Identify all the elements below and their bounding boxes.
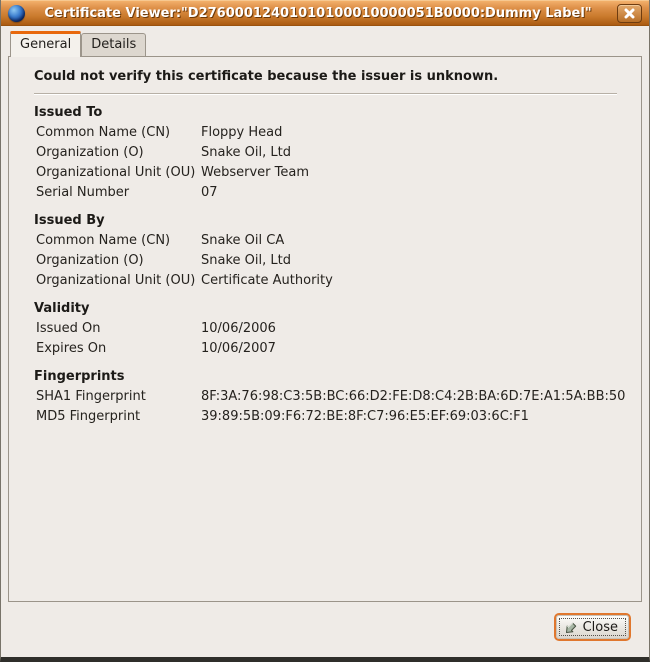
table-row: Organizational Unit (OU) Certificate Aut… [36,271,641,291]
table-row: Organization (O) Snake Oil, Ltd [36,251,641,271]
field-value: Webserver Team [201,163,309,183]
field-value: 39:89:5B:09:F6:72:BE:8F:C7:96:E5:EF:69:0… [201,407,529,427]
tab-general[interactable]: General [10,31,81,57]
fingerprints-section: Fingerprints SHA1 Fingerprint 8F:3A:76:9… [9,366,641,427]
close-button[interactable]: Close [554,613,631,641]
issued-by-section: Issued By Common Name (CN) Snake Oil CA … [9,210,641,291]
field-value: 8F:3A:76:98:C3:5B:BC:66:D2:FE:D8:C4:2B:B… [201,387,625,407]
field-label: Issued On [36,319,201,339]
table-row: Issued On 10/06/2006 [36,319,641,339]
issued-to-section: Issued To Common Name (CN) Floppy Head O… [9,102,641,203]
table-row: Organization (O) Snake Oil, Ltd [36,143,641,163]
field-label: Organizational Unit (OU) [36,163,201,183]
field-value: Certificate Authority [201,271,333,291]
separator-line [34,93,617,95]
table-row: Common Name (CN) Snake Oil CA [36,231,641,251]
field-label: Common Name (CN) [36,123,201,143]
field-label: Organization (O) [36,143,201,163]
field-label: Organizational Unit (OU) [36,271,201,291]
field-value: Snake Oil, Ltd [201,143,291,163]
field-value: 10/06/2006 [201,319,276,339]
window-title: Certificate Viewer:"D2760001240101010001… [25,6,611,21]
table-row: Common Name (CN) Floppy Head [36,123,641,143]
field-value: 10/06/2007 [201,339,276,359]
field-value: Floppy Head [201,123,282,143]
field-label: MD5 Fingerprint [36,407,201,427]
tab-bar: General Details [10,31,146,56]
general-tab-panel: Could not verify this certificate becaus… [8,56,642,602]
field-label: Serial Number [36,183,201,203]
field-label: Expires On [36,339,201,359]
table-row: SHA1 Fingerprint 8F:3A:76:98:C3:5B:BC:66… [36,387,641,407]
table-row: Organizational Unit (OU) Webserver Team [36,163,641,183]
window-close-button[interactable] [617,4,642,23]
section-title-issued-by: Issued By [34,210,641,231]
field-label: Common Name (CN) [36,231,201,251]
field-label: Organization (O) [36,251,201,271]
close-arrow-icon [564,619,580,635]
titlebar: Certificate Viewer:"D2760001240101010001… [1,0,649,26]
certificate-viewer-window: Certificate Viewer:"D2760001240101010001… [0,0,650,662]
verification-warning: Could not verify this certificate becaus… [34,69,617,84]
table-row: MD5 Fingerprint 39:89:5B:09:F6:72:BE:8F:… [36,407,641,427]
close-icon [624,8,635,19]
dialog-body: General Details Could not verify this ce… [1,26,649,657]
table-row: Serial Number 07 [36,183,641,203]
field-label: SHA1 Fingerprint [36,387,201,407]
close-button-face: Close [556,615,629,639]
section-title-issued-to: Issued To [34,102,641,123]
field-value: 07 [201,183,218,203]
window-globe-icon [8,5,25,22]
field-value: Snake Oil, Ltd [201,251,291,271]
section-title-validity: Validity [34,298,641,319]
close-button-label: Close [583,620,618,635]
table-row: Expires On 10/06/2007 [36,339,641,359]
section-title-fingerprints: Fingerprints [34,366,641,387]
validity-section: Validity Issued On 10/06/2006 Expires On… [9,298,641,359]
tab-details[interactable]: Details [81,33,146,56]
field-value: Snake Oil CA [201,231,284,251]
